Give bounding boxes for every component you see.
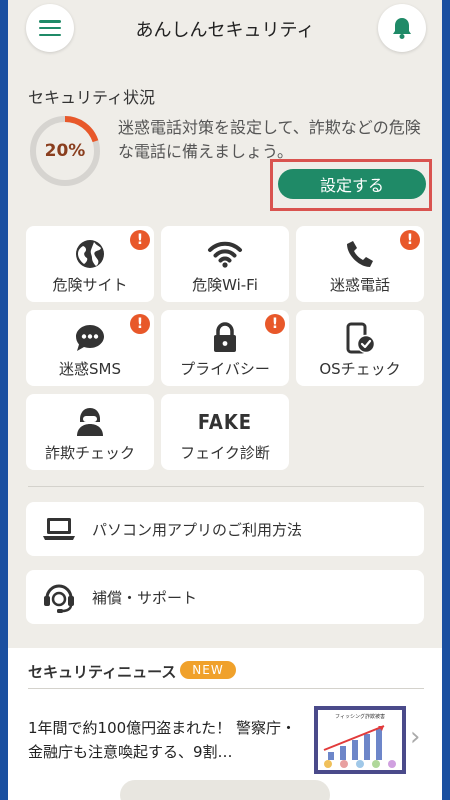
lock-icon — [214, 322, 236, 352]
new-badge: NEW — [180, 661, 236, 679]
tile-nuisance-calls[interactable]: 迷惑電話 ! — [296, 226, 424, 302]
chevron-right-icon[interactable]: › — [410, 722, 420, 752]
tile-label: プライバシー — [180, 360, 270, 378]
app-screen: あんしんセキュリティ セキュリティ状況 20% 迷惑電話対策を設定して、詐欺など… — [8, 0, 442, 800]
tile-label: 危険Wi-Fi — [192, 276, 258, 294]
section-title-security-status: セキュリティ状況 — [28, 88, 156, 107]
tile-nuisance-sms[interactable]: 迷惑SMS ! — [26, 310, 154, 386]
tile-label: フェイク診断 — [180, 444, 270, 462]
phone-icon — [347, 241, 373, 267]
news-title: セキュリティニュース — [28, 663, 177, 681]
tile-label: 迷惑電話 — [329, 276, 390, 294]
tile-label: 詐欺チェック — [44, 444, 135, 462]
notification-button[interactable] — [378, 4, 426, 52]
row-compensation-support[interactable]: 補償・サポート — [26, 570, 424, 624]
bell-icon — [393, 18, 411, 39]
fake-text-icon: FAKE — [197, 410, 253, 434]
tile-label: 危険サイト — [52, 276, 128, 294]
tile-fake-diagnosis[interactable]: FAKE フェイク診断 — [161, 394, 289, 470]
news-headline[interactable]: 1年間で約100億円盗まれた！ 警察庁・金融庁も注意喚起する、9割… — [28, 716, 296, 764]
tile-dangerous-wifi[interactable]: 危険Wi-Fi — [161, 226, 289, 302]
tile-label: OSチェック — [319, 360, 401, 378]
row-label: 補償・サポート — [92, 589, 198, 607]
thumbnail-caption: フィッシング詐欺被害 — [335, 713, 385, 720]
headset-icon — [44, 584, 74, 613]
divider — [28, 486, 424, 487]
app-title: あんしんセキュリティ — [135, 20, 315, 41]
wifi-icon — [208, 241, 242, 268]
hooded-person-icon — [77, 408, 103, 436]
chat-bubble-icon — [76, 325, 104, 351]
news-thumbnail[interactable]: フィッシング詐欺被害 — [314, 706, 406, 774]
status-description: 迷惑電話対策を設定して、詐欺などの危険な電話に備えましょう。 — [118, 118, 421, 161]
bottom-pill — [120, 780, 330, 800]
laptop-icon — [43, 518, 75, 540]
tile-privacy[interactable]: プライバシー ! — [161, 310, 289, 386]
phone-check-icon — [346, 322, 376, 354]
progress-percent-label: 20% — [44, 141, 86, 161]
app-header: あんしんセキュリティ — [8, 0, 442, 58]
row-label: パソコン用アプリのご利用方法 — [92, 521, 303, 539]
tile-os-check[interactable]: OSチェック — [296, 310, 424, 386]
alert-badge: ! — [130, 314, 150, 334]
alert-badge: ! — [130, 230, 150, 250]
tile-dangerous-sites[interactable]: 危険サイト ! — [26, 226, 154, 302]
setup-button[interactable]: 設定する — [278, 169, 426, 199]
divider — [28, 688, 424, 689]
alert-badge: ! — [400, 230, 420, 250]
news-section: セキュリティニュース NEW 1年間で約100億円盗まれた！ 警察庁・金融庁も注… — [8, 648, 442, 800]
globe-icon — [76, 240, 104, 268]
alert-badge: ! — [265, 314, 285, 334]
tile-fraud-check[interactable]: 詐欺チェック — [26, 394, 154, 470]
row-pc-app-usage[interactable]: パソコン用アプリのご利用方法 — [26, 502, 424, 556]
tile-label: 迷惑SMS — [59, 360, 121, 378]
